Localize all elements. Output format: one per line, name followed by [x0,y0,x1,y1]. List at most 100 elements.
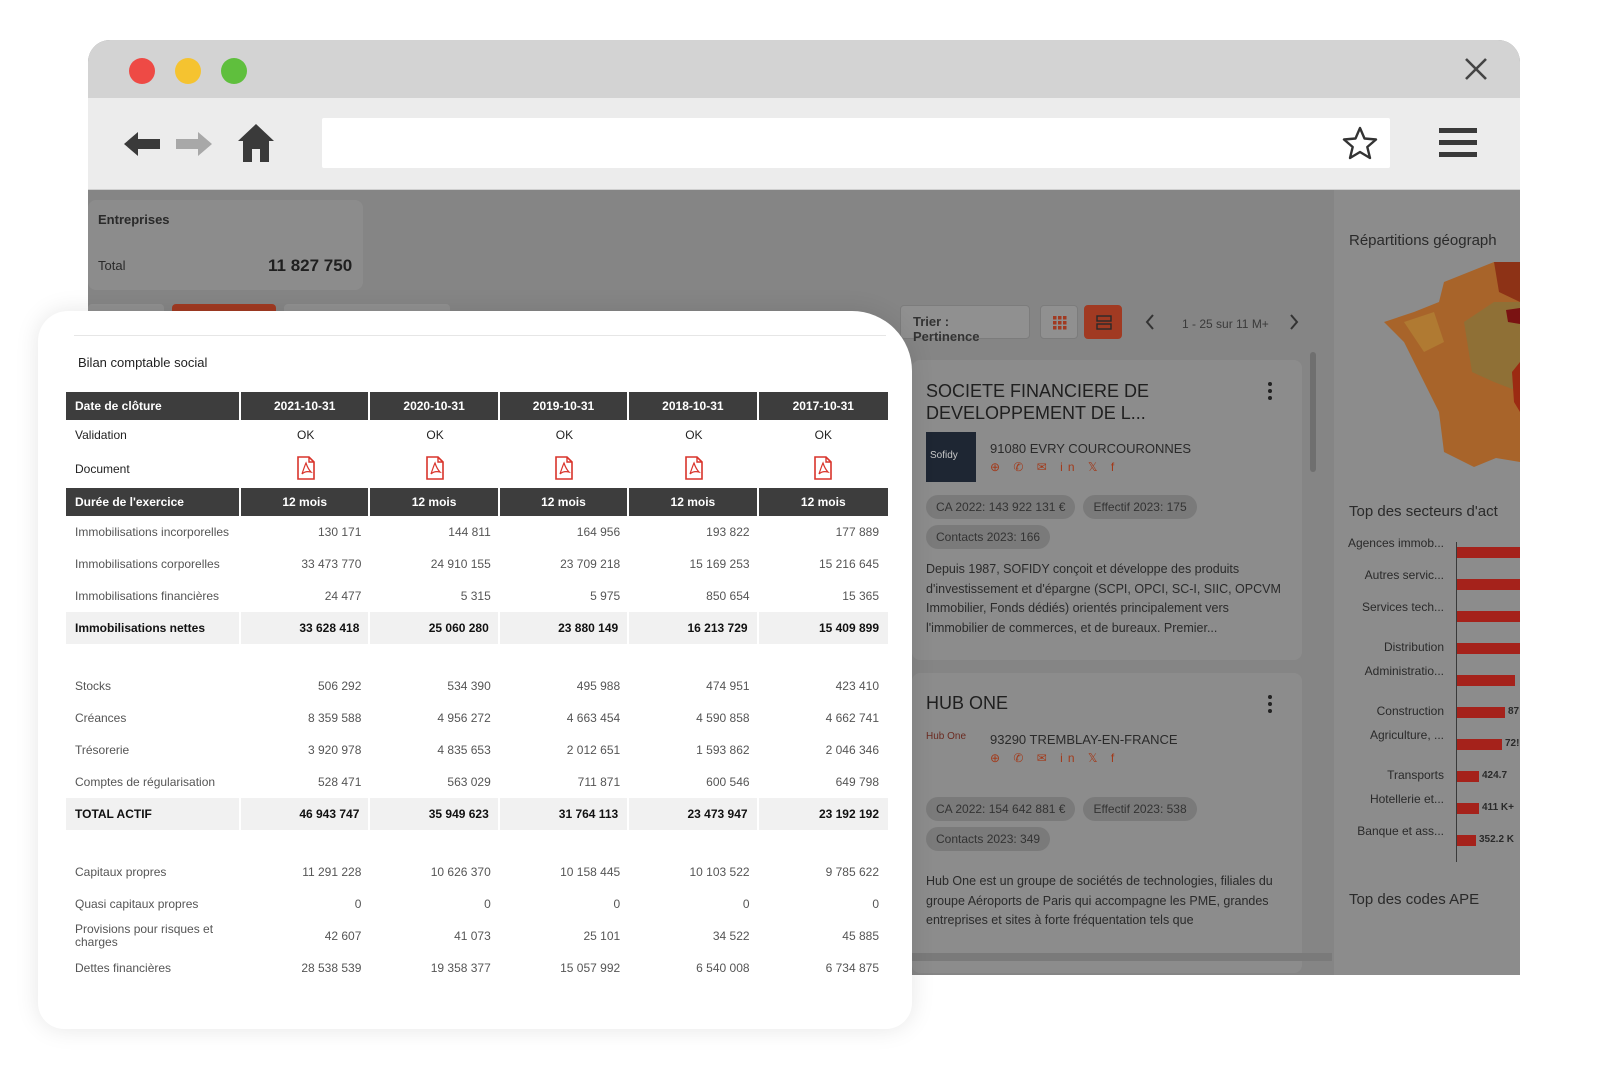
chevron-left-icon[interactable] [1144,313,1156,331]
document-cell [500,450,629,488]
value-cell: 33 628 418 [241,612,371,644]
table-total-row: TOTAL ACTIF 46 943 747 35 949 623 31 764 11… [66,798,888,830]
value-cell: 9 785 622 [825,865,879,879]
year-header: 2019-10-31 [499,392,630,420]
sector-label: Administratio... [1364,664,1444,678]
value-cell: 10 103 522 [689,865,750,879]
close-icon[interactable] [1464,57,1488,81]
sector-bar[interactable] [1457,835,1476,846]
row-label: Capitaux propres [75,865,167,879]
value-cell: 4 662 741 [825,711,879,725]
table-row: Trésorerie 3 920 978 4 835 653 2 012 651 1 5… [66,734,888,766]
value-cell: 5 315 [460,589,491,603]
value-cell: 41 073 [454,929,491,943]
close-window-dot[interactable] [129,58,155,84]
pdf-icon[interactable] [554,455,574,480]
value-cell: 35 949 623 [370,798,500,830]
ape-title: Top des codes APE [1349,891,1480,908]
more-options-icon[interactable] [1268,382,1272,400]
value-cell: 4 663 454 [566,711,621,725]
row-label: Document [75,462,130,476]
maximize-window-dot[interactable] [221,58,247,84]
more-options-icon[interactable] [1268,695,1272,713]
sort-button[interactable]: Trier : Pertinence [900,305,1030,344]
horizontal-scrollbar[interactable] [912,953,1332,961]
company-name[interactable]: HUB ONE [926,693,1008,714]
value-cell: 850 654 [706,589,750,603]
sector-label: Services tech... [1361,600,1444,614]
value-cell: 11 291 228 [302,865,362,879]
chevron-right-icon[interactable] [1288,313,1300,331]
table-row: Immobilisations incorporelles 130 171 144 … [66,516,888,548]
sector-value: 87 [1508,706,1520,717]
sector-bar[interactable] [1457,739,1502,750]
pdf-icon[interactable] [425,455,445,480]
value-cell: 10 626 370 [430,865,491,879]
pdf-icon[interactable] [813,455,833,480]
value-cell: 45 885 [842,929,879,943]
value-cell: 3 920 978 [308,743,362,757]
title-bar [88,40,1520,98]
value-cell: 23 880 149 [499,612,630,644]
sectors-chart: Agences immob... Autres servic... Services… [1334,190,1520,890]
back-arrow-icon[interactable] [122,129,162,159]
sector-bar[interactable] [1457,611,1520,622]
value-cell: 24 477 [324,589,362,603]
value-cell: 19 358 377 [430,961,491,975]
row-label: Comptes de régularisation [75,775,216,789]
panel-title: Bilan comptable social [78,355,208,370]
sector-label: Agences immob... [1347,536,1444,550]
sector-bar[interactable] [1457,643,1520,654]
company-address: 91080 EVRY COURCOURONNES [990,441,1192,456]
home-icon[interactable] [236,122,276,164]
value-cell: 193 822 [706,525,750,539]
star-icon[interactable] [1342,126,1378,160]
chip-group: CA 2022: 154 642 881 € Effectif 2023: 538… [926,797,1246,851]
year-header: 2018-10-31 [629,392,759,420]
list-view-button[interactable] [1084,305,1122,339]
social-icons[interactable]: ⊕ ✆ ✉ in 𝕏 f [990,460,1119,474]
sector-bar[interactable] [1457,579,1520,590]
sector-bar[interactable] [1457,771,1479,782]
sector-bar[interactable] [1457,803,1479,814]
address-bar[interactable] [322,118,1390,168]
company-name[interactable]: SOCIETE FINANCIERE DE DEVELOPPEMENT DE L… [926,380,1256,424]
result-card[interactable]: HUB ONE Hub One 93290 TREMBLAY-EN-FRANCE… [912,673,1302,973]
list-icon [1096,315,1112,330]
value-cell: 423 410 [835,679,879,693]
table-row: Capitaux propres 11 291 228 10 626 370 10 1… [66,856,888,888]
social-icons[interactable]: ⊕ ✆ ✉ in 𝕏 f [990,751,1119,765]
grid-view-button[interactable] [1040,305,1078,339]
document-cell [241,450,370,488]
sector-bar[interactable] [1457,675,1515,686]
table-header-row: Date de clôture 2021-10-31 2020-10-31 20… [66,392,888,420]
forward-arrow-icon[interactable] [174,129,214,159]
pdf-icon[interactable] [296,455,316,480]
row-label: TOTAL ACTIF [66,798,241,830]
sector-bar[interactable] [1457,547,1520,558]
row-label: Durée de l'exercice [66,488,241,516]
column-header: Date de clôture [66,392,241,420]
duration-cell: 12 mois [758,488,888,516]
sector-label: Construction [1376,704,1444,718]
company-address: 93290 TREMBLAY-EN-FRANCE [990,732,1178,747]
value-cell: 31 764 113 [499,798,630,830]
sector-bar[interactable] [1457,707,1505,718]
chip-staff: Effectif 2023: 175 [1083,495,1197,519]
value-cell: 1 593 862 [696,743,750,757]
hamburger-menu-icon[interactable] [1439,128,1477,158]
scrollbar[interactable] [1310,352,1316,472]
duration-cell: 12 mois [241,488,371,516]
value-cell: 563 029 [447,775,491,789]
result-card[interactable]: SOCIETE FINANCIERE DE DEVELOPPEMENT DE L… [912,360,1302,660]
validation-cell: OK [297,428,315,442]
value-cell: 33 473 770 [301,557,362,571]
sector-value: 352.2 K [1479,834,1515,845]
sector-label: Distribution [1383,640,1444,654]
pdf-icon[interactable] [684,455,704,480]
document-cell [629,450,758,488]
pagination-text: 1 - 25 sur 11 M+ [1182,317,1269,331]
value-cell: 474 951 [706,679,750,693]
value-cell: 711 871 [577,775,621,789]
minimize-window-dot[interactable] [175,58,201,84]
